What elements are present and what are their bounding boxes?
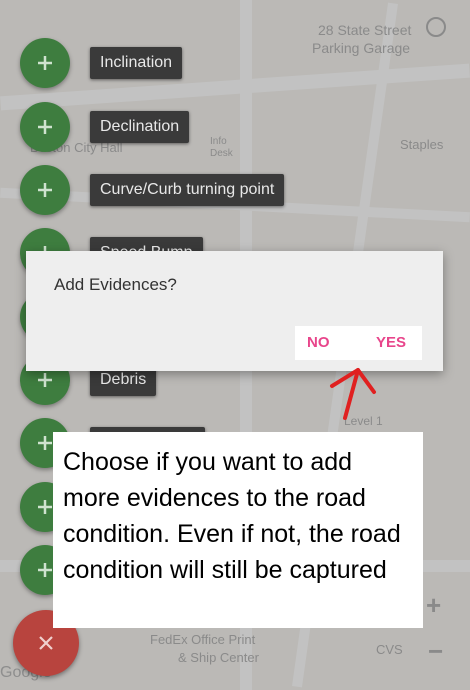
menu-item-inclination[interactable]: Inclination (90, 47, 183, 79)
plus-icon (38, 56, 52, 70)
dialog-button-bar: NO YES (295, 326, 422, 360)
add-inclination-button[interactable] (20, 38, 70, 88)
close-icon (39, 636, 53, 650)
plus-icon (38, 373, 52, 387)
no-button[interactable]: NO (307, 326, 330, 360)
plus-icon (38, 500, 52, 514)
add-evidences-dialog: Add Evidences? NO YES (26, 251, 443, 371)
plus-icon (38, 563, 52, 577)
plus-icon (38, 436, 52, 450)
dialog-title: Add Evidences? (54, 275, 177, 294)
menu-item-curve[interactable]: Curve/Curb turning point (90, 174, 285, 206)
tutorial-tooltip: Choose if you want to add more evidences… (53, 432, 423, 628)
add-curve-button[interactable] (20, 165, 70, 215)
plus-icon (38, 183, 52, 197)
menu-item-declination[interactable]: Declination (90, 111, 190, 143)
plus-icon (38, 120, 52, 134)
yes-button[interactable]: YES (376, 326, 406, 360)
add-declination-button[interactable] (20, 102, 70, 152)
annotation-arrow-icon (330, 368, 376, 420)
